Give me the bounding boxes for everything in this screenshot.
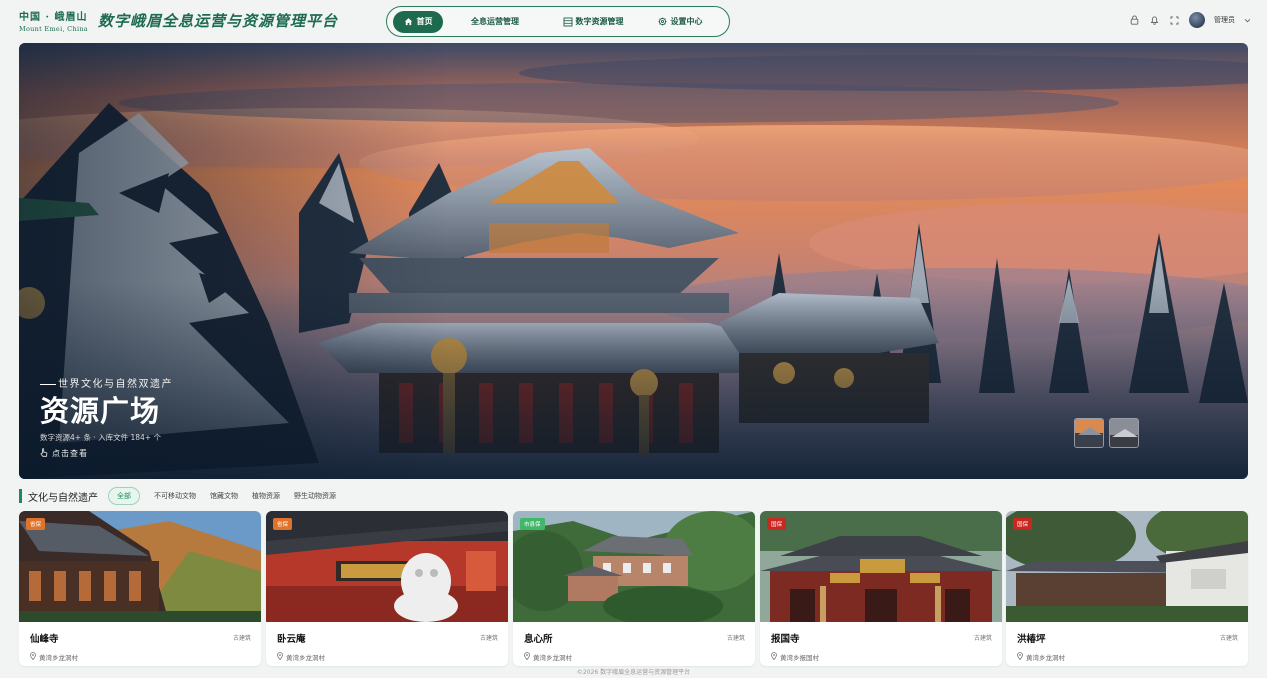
location-pin-icon <box>771 652 777 662</box>
card-title: 仙峰寺 <box>30 634 59 645</box>
card-location-text: 黄湾乡龙洞村 <box>286 654 325 662</box>
card-location-text: 黄湾乡报国村 <box>780 654 819 662</box>
main-nav: 首页 全息运营管理 数字资源管理 设置中心 <box>386 6 730 37</box>
heritage-card[interactable]: 国保 报国寺 古建筑 黄湾乡报国村 <box>760 511 1002 666</box>
heritage-card[interactable]: 市县保 息心所 古建筑 黄湾乡龙洞村 <box>513 511 755 666</box>
location-pin-icon <box>1017 652 1023 662</box>
hero-view-button[interactable]: 点击查看 <box>40 448 88 459</box>
database-icon <box>563 17 572 27</box>
heritage-card-list: 省保 仙峰寺 古建筑 黄湾乡龙洞村 省保 卧云庵 古建筑 黄湾乡龙洞村 市县保 … <box>19 511 1248 666</box>
card-title: 洪椿坪 <box>1017 634 1046 645</box>
card-location: 黄湾乡龙洞村 <box>524 652 572 662</box>
subtitle-dash <box>40 383 56 386</box>
protection-level-badge: 国保 <box>767 518 787 530</box>
nav-operations[interactable]: 全息运营管理 <box>443 11 547 33</box>
protection-level-badge: 省保 <box>26 518 46 530</box>
card-photo <box>513 511 755 622</box>
card-title: 卧云庵 <box>277 634 306 645</box>
hero-stats: 数字资源4+ 条 · 入库文件 184+ 个 <box>40 433 161 442</box>
section-title: 文化与自然遗产 <box>28 492 98 504</box>
card-location-text: 黄湾乡龙洞村 <box>1026 654 1065 662</box>
card-photo <box>266 511 508 622</box>
section-accent-bar <box>19 489 22 503</box>
location-pin-icon <box>277 652 283 662</box>
card-category: 古建筑 <box>479 635 498 642</box>
hero-banner[interactable]: 世界文化与自然双遗产 资源广场 数字资源4+ 条 · 入库文件 184+ 个 点… <box>19 43 1248 479</box>
card-location-text: 黄湾乡龙洞村 <box>533 654 572 662</box>
card-category: 古建筑 <box>1219 635 1238 642</box>
pointer-hand-icon <box>40 448 48 459</box>
gear-icon <box>657 17 667 26</box>
brand-english-name: Mount Emei, China <box>19 25 88 33</box>
heritage-card[interactable]: 省保 仙峰寺 古建筑 黄湾乡龙洞村 <box>19 511 261 666</box>
protection-level-badge: 省保 <box>273 518 293 530</box>
heritage-card[interactable]: 国保 洪椿坪 古建筑 黄湾乡龙洞村 <box>1006 511 1248 666</box>
chevron-down-icon[interactable] <box>1244 15 1251 26</box>
page-footer: ©2026 数字峨眉全息运营与资源管理平台 <box>576 669 691 676</box>
brand-logo[interactable]: 中国 · 峨眉山 Mount Emei, China <box>19 8 88 33</box>
fullscreen-icon[interactable] <box>1169 15 1180 26</box>
card-title: 息心所 <box>524 634 553 645</box>
user-name[interactable]: 管理员 <box>1214 15 1235 25</box>
nav-digital-resources-label: 数字资源管理 <box>575 17 624 26</box>
card-location: 黄湾乡龙洞村 <box>30 652 78 662</box>
location-pin-icon <box>524 652 530 662</box>
tab-plant-resources[interactable]: 植物资源 <box>252 491 280 501</box>
card-category: 古建筑 <box>232 635 251 642</box>
protection-level-badge: 市县保 <box>520 518 545 530</box>
lock-icon[interactable] <box>1129 15 1140 26</box>
home-icon <box>404 17 413 26</box>
card-category: 古建筑 <box>726 635 745 642</box>
card-location: 黄湾乡报国村 <box>771 652 819 662</box>
nav-home-label: 首页 <box>416 17 433 26</box>
user-avatar[interactable] <box>1189 12 1205 28</box>
tab-museum-relics[interactable]: 馆藏文物 <box>210 491 238 501</box>
category-filter-bar: 文化与自然遗产 全部 不可移动文物 馆藏文物 植物资源 野生动物资源 <box>19 487 350 505</box>
brand-chinese-name: 中国 · 峨眉山 <box>19 12 88 23</box>
hero-thumbnail-2[interactable] <box>1109 418 1139 448</box>
card-photo <box>19 511 261 622</box>
heritage-card[interactable]: 省保 卧云庵 古建筑 黄湾乡龙洞村 <box>266 511 508 666</box>
card-category: 古建筑 <box>973 635 992 642</box>
nav-settings[interactable]: 设置中心 <box>639 11 721 33</box>
bell-icon[interactable] <box>1149 15 1160 26</box>
nav-digital-resources[interactable]: 数字资源管理 <box>547 11 639 33</box>
hero-view-label: 点击查看 <box>52 449 88 458</box>
card-location-text: 黄湾乡龙洞村 <box>39 654 78 662</box>
card-location: 黄湾乡龙洞村 <box>277 652 325 662</box>
card-location: 黄湾乡龙洞村 <box>1017 652 1065 662</box>
hero-temple-image <box>19 43 1248 479</box>
nav-operations-label: 全息运营管理 <box>471 17 519 26</box>
card-photo <box>760 511 1002 622</box>
card-title: 报国寺 <box>771 634 800 645</box>
protection-level-badge: 国保 <box>1013 518 1033 530</box>
nav-settings-label: 设置中心 <box>670 17 703 26</box>
hero-thumbnail-1[interactable] <box>1074 418 1104 448</box>
top-header: 中国 · 峨眉山 Mount Emei, China 数字峨眉全息运营与资源管理… <box>0 0 1267 42</box>
location-pin-icon <box>30 652 36 662</box>
tab-immovable-relics[interactable]: 不可移动文物 <box>154 491 196 501</box>
tab-wildlife-resources[interactable]: 野生动物资源 <box>294 491 336 501</box>
header-actions: 管理员 <box>1129 12 1251 28</box>
tab-all[interactable]: 全部 <box>108 487 140 505</box>
platform-title: 数字峨眉全息运营与资源管理平台 <box>98 12 339 30</box>
nav-home[interactable]: 首页 <box>393 10 443 33</box>
card-photo <box>1006 511 1248 622</box>
hero-title: 资源广场 <box>40 394 161 428</box>
